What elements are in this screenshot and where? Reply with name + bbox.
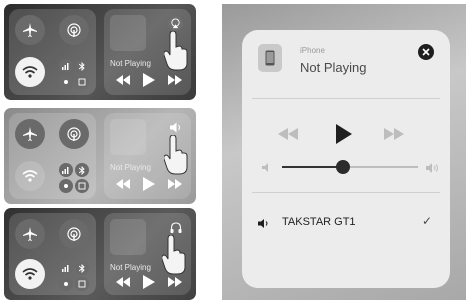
vpn-icon xyxy=(78,280,86,288)
control-center-panel-2: Not Playing xyxy=(4,108,196,204)
fast-forward-icon[interactable] xyxy=(168,179,182,189)
pointing-hand-icon xyxy=(164,31,188,71)
rewind-icon[interactable] xyxy=(116,75,130,85)
music-module[interactable]: Not Playing xyxy=(104,113,191,199)
airplay-icon xyxy=(171,18,180,29)
wifi-icon xyxy=(22,268,38,280)
airplane-icon xyxy=(23,227,37,241)
headphones-icon xyxy=(170,221,181,233)
play-icon[interactable] xyxy=(143,177,155,191)
control-center-panel-1: Not Playing xyxy=(4,4,196,100)
airplane-mode-button[interactable] xyxy=(15,15,45,45)
source-label: iPhone xyxy=(300,46,325,55)
control-center-panel-3: Not Playing xyxy=(4,208,196,300)
speaker-icon xyxy=(169,122,180,133)
airplane-icon xyxy=(23,127,37,141)
music-module[interactable]: Not Playing xyxy=(104,9,191,95)
fast-forward-icon[interactable] xyxy=(168,277,182,287)
play-icon[interactable] xyxy=(336,124,352,144)
airplane-mode-button[interactable] xyxy=(15,219,45,249)
airplane-icon xyxy=(23,23,37,37)
volume-slider[interactable] xyxy=(282,160,418,174)
play-icon[interactable] xyxy=(143,73,155,87)
pointing-hand-icon xyxy=(164,135,188,175)
vpn-button[interactable] xyxy=(75,277,89,291)
play-icon[interactable] xyxy=(143,275,155,289)
bluetooth-icon xyxy=(79,61,85,71)
hotspot-icon xyxy=(64,80,68,84)
bluetooth-button[interactable] xyxy=(75,163,89,177)
rewind-icon[interactable] xyxy=(278,128,298,140)
bluetooth-button[interactable] xyxy=(75,59,89,73)
audio-output-card: iPhone Not Playing TAKSTAR GT1 ✓ xyxy=(242,30,450,288)
bluetooth-icon xyxy=(79,165,85,175)
wifi-icon xyxy=(22,66,38,78)
airdrop-button[interactable] xyxy=(59,15,89,45)
volume-low-icon xyxy=(262,163,268,172)
airdrop-icon xyxy=(67,227,81,241)
connectivity-module xyxy=(9,9,96,95)
cellular-button[interactable] xyxy=(59,59,73,73)
now-playing-label: Not Playing xyxy=(110,163,151,172)
connectivity-module xyxy=(9,113,96,199)
vpn-button[interactable] xyxy=(75,179,89,193)
audio-output-button[interactable] xyxy=(168,120,183,135)
airplane-mode-button[interactable] xyxy=(15,119,45,149)
output-device-name[interactable]: TAKSTAR GT1 xyxy=(282,216,356,228)
music-module[interactable]: Not Playing xyxy=(104,213,191,295)
cellular-icon xyxy=(62,63,69,70)
playback-controls xyxy=(116,177,182,191)
divider xyxy=(252,192,440,193)
selected-checkmark: ✓ xyxy=(422,214,433,228)
hotspot-icon xyxy=(64,184,68,188)
airplay-button[interactable] xyxy=(168,16,183,31)
close-button[interactable] xyxy=(418,44,434,60)
airdrop-button[interactable] xyxy=(59,119,89,149)
fast-forward-icon[interactable] xyxy=(384,128,404,140)
wifi-button[interactable] xyxy=(15,161,45,191)
pointing-hand-icon xyxy=(162,235,186,275)
hotspot-button[interactable] xyxy=(59,75,73,89)
cellular-icon xyxy=(62,265,69,272)
album-art-placeholder xyxy=(110,15,146,51)
speaker-icon xyxy=(258,219,268,228)
now-playing-label: Not Playing xyxy=(110,263,151,272)
vpn-icon xyxy=(78,78,86,86)
divider xyxy=(252,98,440,99)
now-playing-title: Not Playing xyxy=(300,60,367,75)
airdrop-button[interactable] xyxy=(59,219,89,249)
iphone-icon xyxy=(265,50,275,66)
audio-output-button[interactable] xyxy=(168,220,183,235)
volume-high-icon xyxy=(426,163,438,173)
playback-controls xyxy=(116,73,182,87)
rewind-icon[interactable] xyxy=(116,277,130,287)
cellular-icon xyxy=(62,167,69,174)
close-icon xyxy=(422,48,430,56)
cellular-button[interactable] xyxy=(59,163,73,177)
airdrop-icon xyxy=(67,23,81,37)
vpn-icon xyxy=(78,182,86,190)
hotspot-icon xyxy=(64,282,68,286)
hotspot-button[interactable] xyxy=(59,277,73,291)
bluetooth-button[interactable] xyxy=(75,261,89,275)
airdrop-icon xyxy=(67,127,81,141)
hotspot-button[interactable] xyxy=(59,179,73,193)
volume-fill xyxy=(282,166,344,168)
wifi-icon xyxy=(22,170,38,182)
now-playing-label: Not Playing xyxy=(110,59,151,68)
wifi-button[interactable] xyxy=(15,57,45,87)
volume-knob[interactable] xyxy=(336,160,351,174)
cellular-button[interactable] xyxy=(59,261,73,275)
vpn-button[interactable] xyxy=(75,75,89,89)
album-art-placeholder xyxy=(110,119,146,155)
bluetooth-icon xyxy=(79,263,85,273)
wifi-button[interactable] xyxy=(15,259,45,289)
rewind-icon[interactable] xyxy=(116,179,130,189)
connectivity-module xyxy=(9,213,96,295)
playback-controls xyxy=(116,275,182,289)
fast-forward-icon[interactable] xyxy=(168,75,182,85)
source-tile xyxy=(258,44,282,72)
audio-output-detail-screen: iPhone Not Playing TAKSTAR GT1 ✓ xyxy=(222,4,466,300)
album-art-placeholder xyxy=(110,219,146,255)
